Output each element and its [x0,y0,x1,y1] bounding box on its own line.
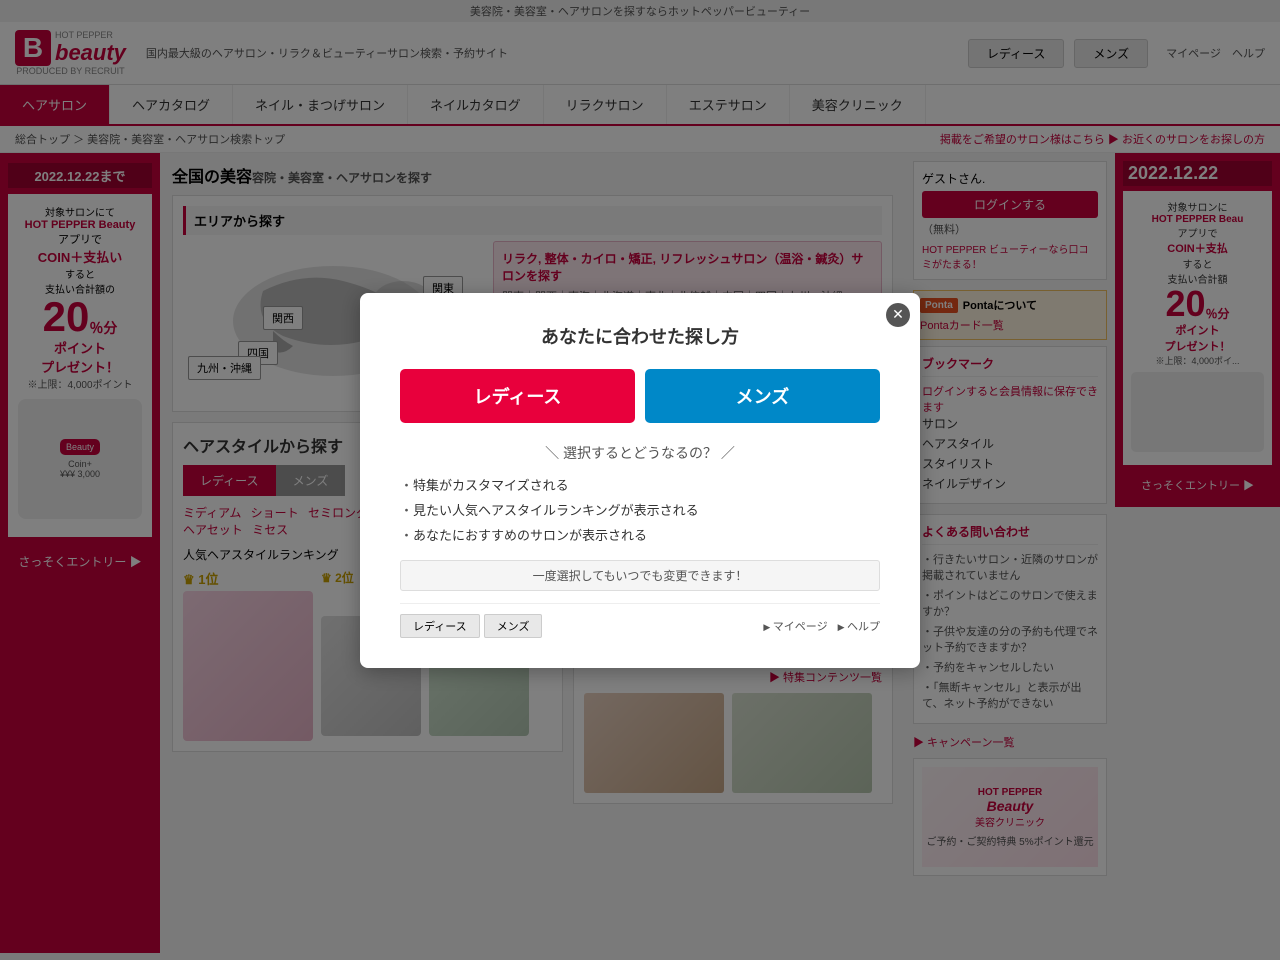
modal-question: ＼ 選択するとどうなるの？ ／ [400,443,880,463]
modal-footer-tabs: レディース メンズ [400,614,542,638]
modal-footer-help-link[interactable]: ヘルプ [838,618,880,634]
modal-footer-mypage-link[interactable]: マイページ [763,618,827,634]
modal-overlay: ✕ あなたに合わせた探し方 レディース メンズ ＼ 選択するとどうなるの？ ／ … [0,0,1280,960]
modal-point-3: あなたにおすすめのサロンが表示される [400,525,880,544]
modal-footer: レディース メンズ マイページ ヘルプ [400,603,880,638]
modal-point-2: 見たい人気ヘアスタイルランキングが表示される [400,500,880,519]
modal-close-button[interactable]: ✕ [886,303,910,327]
gender-selection-modal: ✕ あなたに合わせた探し方 レディース メンズ ＼ 選択するとどうなるの？ ／ … [360,293,920,668]
modal-mens-button[interactable]: メンズ [645,369,880,423]
modal-footer-tab-ladies[interactable]: レディース [400,614,480,638]
modal-point-1: 特集がカスタマイズされる [400,475,880,494]
modal-ladies-button[interactable]: レディース [400,369,635,423]
modal-points: 特集がカスタマイズされる 見たい人気ヘアスタイルランキングが表示される あなたに… [400,475,880,544]
modal-title: あなたに合わせた探し方 [400,323,880,349]
modal-footer-links: マイページ ヘルプ [763,618,880,634]
modal-footer-tab-mens[interactable]: メンズ [484,614,543,638]
modal-buttons: レディース メンズ [400,369,880,423]
modal-note-box: 一度選択してもいつでも変更できます！ [400,560,880,591]
